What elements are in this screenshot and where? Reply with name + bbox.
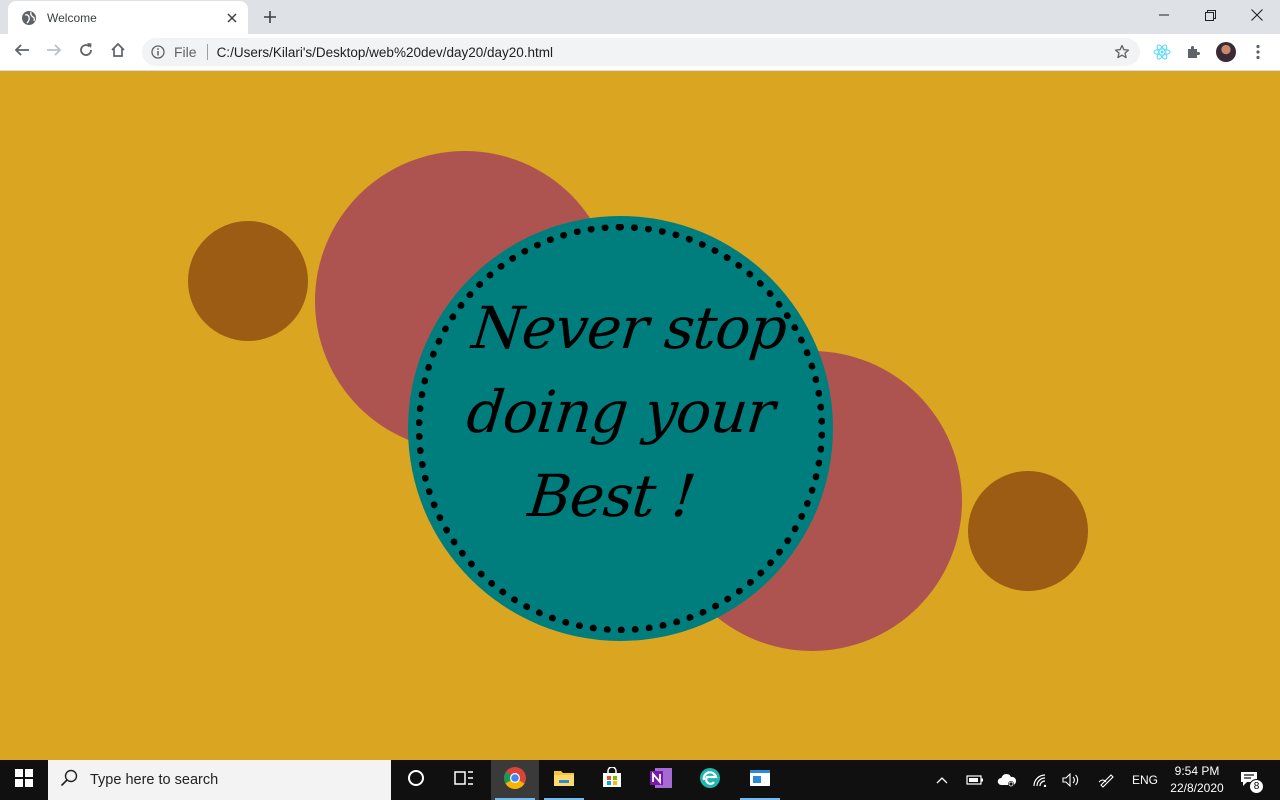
tab-title: Welcome (47, 10, 97, 25)
extensions-puzzle-icon[interactable] (1181, 39, 1207, 65)
small-circle-left (188, 221, 308, 341)
quote-line-2: doing your (463, 378, 778, 446)
taskbar-search-box[interactable]: Type here to search (48, 760, 391, 800)
taskbar-chrome[interactable] (491, 760, 539, 800)
taskbar-edge[interactable] (686, 760, 734, 800)
omnibox-divider (206, 44, 208, 60)
reload-button[interactable] (72, 38, 100, 66)
taskbar-store[interactable] (588, 760, 636, 800)
minimize-button[interactable] (1141, 0, 1187, 30)
windows-logo-icon (15, 768, 33, 792)
restore-button[interactable] (1187, 0, 1233, 30)
page-viewport: Never stop doing your Best ! (0, 71, 1280, 760)
forward-arrow-icon (46, 42, 62, 63)
forward-button[interactable] (40, 38, 68, 66)
browser-toolbar: File C:/Users/Kilari's/Desktop/web%20dev… (0, 34, 1280, 71)
browser-menu-icon[interactable] (1245, 39, 1271, 65)
folder-icon (553, 768, 575, 793)
url-text[interactable]: C:/Users/Kilari's/Desktop/web%20dev/day2… (217, 45, 1110, 60)
quote-text: Never stop doing your Best ! (395, 286, 846, 538)
taskbar: Type here to search ENG 9:54 PM 22/8/202… (0, 760, 1280, 800)
new-tab-button[interactable] (256, 5, 284, 29)
clock[interactable]: 9:54 PM 22/8/2020 (1162, 763, 1232, 797)
react-devtools-icon[interactable] (1149, 39, 1175, 65)
profile-avatar[interactable] (1213, 39, 1239, 65)
close-window-button[interactable] (1234, 0, 1280, 30)
onedrive-cloud-icon[interactable] (994, 760, 1020, 800)
cortana-button[interactable] (392, 760, 440, 800)
wifi-icon[interactable] (1028, 760, 1054, 800)
address-bar[interactable]: File C:/Users/Kilari's/Desktop/web%20dev… (142, 38, 1140, 66)
small-circle-right (968, 471, 1088, 591)
language-indicator[interactable]: ENG (1128, 760, 1162, 800)
quote-circle: Never stop doing your Best ! (408, 216, 833, 641)
volume-icon[interactable] (1058, 760, 1084, 800)
taskbar-onenote[interactable] (637, 760, 685, 800)
search-icon (60, 769, 78, 792)
taskbar-app-window[interactable] (736, 760, 784, 800)
chevron-up-icon (936, 771, 948, 789)
clock-time: 9:54 PM (1174, 764, 1220, 778)
search-placeholder: Type here to search (90, 772, 219, 788)
quote-line-3: Best ! (525, 462, 699, 530)
task-view-icon (454, 769, 474, 792)
reload-icon (78, 42, 94, 63)
onenote-icon (649, 767, 673, 794)
store-bag-icon (601, 765, 623, 794)
notification-count-badge: 8 (1249, 779, 1264, 794)
task-view-button[interactable] (440, 760, 488, 800)
start-button[interactable] (0, 760, 48, 800)
info-icon[interactable] (150, 44, 166, 60)
quote-line-1: Never stop (469, 294, 790, 362)
action-center-button[interactable]: 8 (1235, 760, 1265, 800)
battery-icon[interactable] (962, 760, 988, 800)
close-tab-icon[interactable] (220, 6, 244, 30)
back-button[interactable] (8, 38, 36, 66)
chrome-icon (503, 766, 527, 795)
show-hidden-icons-button[interactable] (930, 760, 954, 800)
cortana-circle-icon (407, 769, 425, 792)
tab-strip: Welcome (0, 0, 1280, 34)
language-text: ENG (1131, 773, 1158, 787)
globe-icon (21, 10, 37, 26)
security-chip[interactable]: File (174, 44, 197, 60)
app-window-icon (749, 769, 771, 792)
home-icon (110, 42, 126, 63)
bookmark-star-icon[interactable] (1110, 40, 1134, 64)
taskbar-file-explorer[interactable] (540, 760, 588, 800)
clock-date: 22/8/2020 (1170, 781, 1224, 795)
edge-icon (699, 767, 721, 794)
notification-icon: 8 (1240, 770, 1264, 794)
home-button[interactable] (104, 38, 132, 66)
back-arrow-icon (14, 42, 30, 63)
pen-workspace-icon[interactable] (1094, 760, 1120, 800)
tab-welcome[interactable]: Welcome (8, 1, 248, 34)
avatar (1216, 42, 1236, 62)
